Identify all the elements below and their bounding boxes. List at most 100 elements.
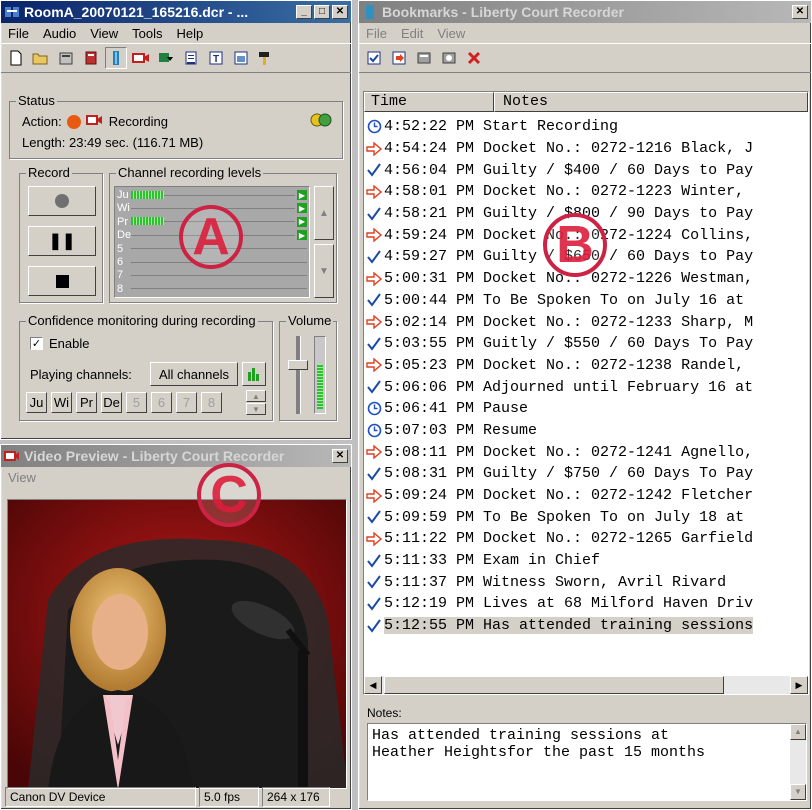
book-icon[interactable] bbox=[80, 47, 102, 69]
channel-toggle-button[interactable]: De bbox=[101, 392, 122, 413]
bookmark-row[interactable]: 5:05:23 PM Docket No.: 0272-1238 Randel, bbox=[364, 355, 808, 377]
preview-menu-view[interactable]: View bbox=[1, 470, 43, 485]
bookmark-row[interactable]: 4:54:24 PM Docket No.: 0272-1216 Black, … bbox=[364, 138, 808, 160]
menu-audio[interactable]: Audio bbox=[36, 26, 83, 41]
bookmark-row[interactable]: 5:12:19 PM Lives at 68 Milford Haven Dri… bbox=[364, 593, 808, 615]
bookmark-row[interactable]: 5:11:22 PM Docket No.: 0272-1265 Garfiel… bbox=[364, 528, 808, 550]
close-button[interactable]: ✕ bbox=[332, 5, 348, 19]
status-group: Status Action: Recording Length: 23:49 s… bbox=[9, 93, 343, 159]
column-notes[interactable]: Notes bbox=[494, 92, 808, 112]
export-icon[interactable] bbox=[155, 47, 177, 69]
channel-meter-track bbox=[131, 274, 307, 276]
check-icon bbox=[364, 510, 384, 524]
bookmark-icon[interactable] bbox=[105, 47, 127, 69]
bookmark-row[interactable]: 5:11:37 PM Witness Sworn, Avril Rivard bbox=[364, 571, 808, 593]
all-channels-button[interactable]: All channels bbox=[150, 362, 238, 386]
bookmark-row[interactable]: 5:09:24 PM Docket No.: 0272-1242 Fletche… bbox=[364, 485, 808, 507]
bookmarks-titlebar[interactable]: Bookmarks - Liberty Court Recorder ✕ bbox=[359, 1, 811, 23]
record-button[interactable] bbox=[28, 186, 96, 216]
menu-file[interactable]: File bbox=[1, 26, 36, 41]
bookmark-text: 5:07:03 PM Resume bbox=[384, 422, 537, 439]
meter-toggle-button[interactable] bbox=[242, 362, 266, 386]
new-icon[interactable] bbox=[5, 47, 27, 69]
scroll-thumb[interactable] bbox=[384, 676, 724, 694]
bm-menu-view[interactable]: View bbox=[430, 26, 472, 41]
playing-channels-label: Playing channels: bbox=[30, 367, 132, 382]
bookmark-row[interactable]: 5:00:44 PM To Be Spoken To on July 16 at bbox=[364, 290, 808, 312]
list-icon[interactable] bbox=[180, 47, 202, 69]
notes-textarea[interactable]: Has attended training sessions at Heathe… bbox=[367, 723, 807, 801]
horizontal-scrollbar[interactable]: ◀ ▶ bbox=[364, 676, 808, 694]
channel-toggle-button[interactable]: 6 bbox=[151, 392, 172, 413]
bookmark-text: 5:00:44 PM To Be Spoken To on July 16 at bbox=[384, 292, 744, 309]
record-group: Record ❚❚ bbox=[19, 165, 103, 303]
bookmarks-close-button[interactable]: ✕ bbox=[792, 5, 808, 19]
channel-scroll-down[interactable]: ▼ bbox=[314, 244, 334, 298]
bookmark-row[interactable]: 5:12:55 PM Has attended training session… bbox=[364, 615, 808, 637]
bookmark-row[interactable]: 5:07:03 PM Resume bbox=[364, 420, 808, 442]
channel-toggle-button[interactable]: 8 bbox=[201, 392, 222, 413]
bookmark-text: 5:08:31 PM Guilty / $750 / 60 Days To Pa… bbox=[384, 465, 753, 482]
column-time[interactable]: Time bbox=[364, 92, 494, 112]
channel-name: Ju bbox=[117, 189, 129, 201]
text-icon[interactable]: T bbox=[205, 47, 227, 69]
bm-menu-file[interactable]: File bbox=[359, 26, 394, 41]
bm-menu-edit[interactable]: Edit bbox=[394, 26, 430, 41]
preview-titlebar[interactable]: Video Preview - Liberty Court Recorder ✕ bbox=[1, 445, 351, 467]
bookmark-row[interactable]: 5:02:14 PM Docket No.: 0272-1233 Sharp, … bbox=[364, 311, 808, 333]
bookmark-text: 5:03:55 PM Guitly / $550 / 60 Days To Pa… bbox=[384, 335, 753, 352]
search-bookmark-icon[interactable] bbox=[438, 47, 460, 69]
preview-close-button[interactable]: ✕ bbox=[332, 449, 348, 463]
enable-checkbox[interactable]: ✓ bbox=[30, 337, 43, 350]
bookmark-row[interactable]: 4:56:04 PM Guilty / $400 / 60 Days to Pa… bbox=[364, 159, 808, 181]
bookmark-row[interactable]: 5:08:31 PM Guilty / $750 / 60 Days To Pa… bbox=[364, 463, 808, 485]
channel-spin-down[interactable]: ▼ bbox=[246, 403, 266, 415]
volume-slider-thumb[interactable] bbox=[288, 359, 308, 370]
add-arrow-bookmark-icon[interactable] bbox=[388, 47, 410, 69]
bookmark-note: Has attended training sessions bbox=[483, 617, 754, 635]
minimize-button[interactable]: _ bbox=[296, 5, 312, 19]
recorder-titlebar[interactable]: RoomA_20070121_165216.dcr - ... _ □ ✕ bbox=[1, 1, 351, 23]
properties-icon[interactable] bbox=[55, 47, 77, 69]
volume-meter-fill bbox=[317, 363, 323, 409]
scroll-right-button[interactable]: ▶ bbox=[790, 676, 808, 694]
channel-toggle-button[interactable]: Wi bbox=[51, 392, 72, 413]
menu-view[interactable]: View bbox=[83, 26, 125, 41]
hammer-icon[interactable] bbox=[255, 47, 277, 69]
confidence-label: Confidence monitoring during recording bbox=[26, 313, 258, 328]
notes-scroll-up[interactable]: ▲ bbox=[790, 724, 806, 740]
notes-scroll-down[interactable]: ▼ bbox=[790, 784, 806, 800]
bookmark-note: Docket No.: 0272-1224 Collins, bbox=[483, 226, 754, 244]
bookmark-row[interactable]: 5:09:59 PM To Be Spoken To on July 18 at bbox=[364, 506, 808, 528]
channel-toggle-button[interactable]: Pr bbox=[76, 392, 97, 413]
open-icon[interactable] bbox=[30, 47, 52, 69]
stop-button[interactable] bbox=[28, 266, 96, 296]
scroll-left-button[interactable]: ◀ bbox=[364, 676, 382, 694]
channel-spin-up[interactable]: ▲ bbox=[246, 390, 266, 402]
channel-toggle-button[interactable]: 5 bbox=[126, 392, 147, 413]
maximize-button[interactable]: □ bbox=[314, 5, 330, 19]
bookmark-time: 5:05:23 PM bbox=[384, 356, 475, 374]
bookmark-row[interactable]: 5:11:33 PM Exam in Chief bbox=[364, 550, 808, 572]
pause-button[interactable]: ❚❚ bbox=[28, 226, 96, 256]
bookmark-row[interactable]: 5:06:06 PM Adjourned until February 16 a… bbox=[364, 376, 808, 398]
channel-scroll-up[interactable]: ▲ bbox=[314, 186, 334, 240]
bookmark-row[interactable]: 5:08:11 PM Docket No.: 0272-1241 Agnello… bbox=[364, 441, 808, 463]
channel-toggle-button[interactable]: 7 bbox=[176, 392, 197, 413]
menu-tools[interactable]: Tools bbox=[125, 26, 169, 41]
delete-icon[interactable] bbox=[463, 47, 485, 69]
add-check-bookmark-icon[interactable] bbox=[363, 47, 385, 69]
arrow-icon bbox=[364, 141, 384, 156]
window-icon[interactable] bbox=[230, 47, 252, 69]
notes-scrollbar[interactable]: ▲ ▼ bbox=[790, 724, 806, 800]
enable-row: ✓ Enable bbox=[30, 336, 89, 351]
resize-grip-icon[interactable] bbox=[333, 787, 347, 807]
bookmark-row[interactable]: 4:58:01 PM Docket No.: 0272-1223 Winter, bbox=[364, 181, 808, 203]
bookmark-row[interactable]: 5:06:41 PM Pause bbox=[364, 398, 808, 420]
channel-toggle-button[interactable]: Ju bbox=[26, 392, 47, 413]
bookmark-row[interactable]: 4:52:22 PM Start Recording bbox=[364, 116, 808, 138]
record-camera-icon[interactable] bbox=[130, 47, 152, 69]
edit-bookmark-icon[interactable] bbox=[413, 47, 435, 69]
menu-help[interactable]: Help bbox=[170, 26, 211, 41]
bookmark-row[interactable]: 5:03:55 PM Guitly / $550 / 60 Days To Pa… bbox=[364, 333, 808, 355]
